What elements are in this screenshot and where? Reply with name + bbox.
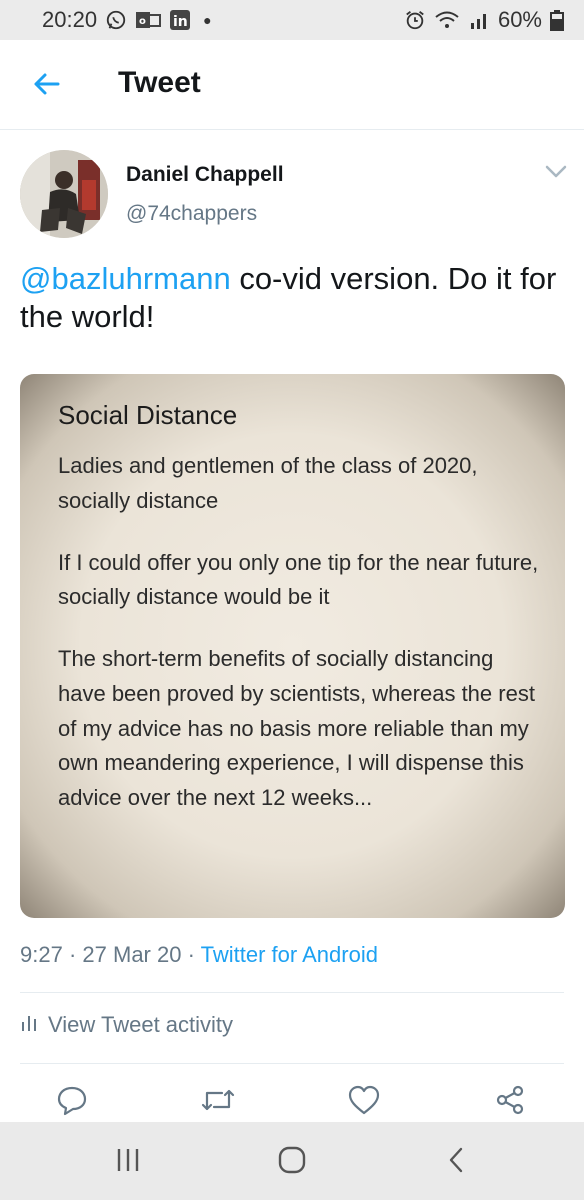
meta-separator: · (187, 942, 195, 967)
like-button[interactable] (344, 1082, 384, 1122)
activity-label: View Tweet activity (48, 1012, 234, 1037)
media-paragraph: Ladies and gentlemen of the class of 202… (58, 453, 478, 513)
home-icon (277, 1145, 307, 1180)
tweet-meta: 9:27 · 27 Mar 20 · Twitter for Android (20, 942, 378, 968)
outlook-icon: o (135, 9, 162, 31)
whatsapp-icon (105, 9, 127, 31)
nav-back-button[interactable] (434, 1142, 478, 1182)
retweet-icon (200, 1085, 236, 1120)
meta-separator: · (68, 942, 77, 967)
tweet-media-image[interactable]: Social Distance Ladies and gentlemen of … (20, 374, 565, 918)
tweet-actions (0, 1082, 584, 1122)
divider (20, 1063, 564, 1064)
share-icon (494, 1084, 526, 1121)
media-title: Social Distance (58, 400, 238, 430)
tweet-text: @bazluhrmann co-vid version. Do it for t… (20, 260, 568, 336)
svg-text:in: in (173, 14, 188, 30)
status-bar: 20:20 o in ● 60% (0, 0, 584, 40)
share-button[interactable] (490, 1082, 530, 1122)
view-tweet-activity-button[interactable]: View Tweet activity (20, 1012, 233, 1038)
reply-button[interactable] (52, 1082, 92, 1122)
recents-button[interactable] (106, 1142, 150, 1182)
back-icon (447, 1146, 465, 1179)
status-left: 20:20 o in ● (42, 7, 212, 33)
page-title: Tweet (118, 66, 201, 99)
home-button[interactable] (270, 1142, 314, 1182)
recents-icon (116, 1147, 140, 1178)
media-paragraph: If I could offer you only one tip for th… (58, 549, 539, 610)
retweet-button[interactable] (198, 1082, 238, 1122)
media-content: Social Distance Ladies and gentlemen of … (58, 400, 545, 843)
tweet-date: 27 Mar 20 (82, 942, 182, 967)
avatar[interactable] (20, 150, 108, 238)
like-icon (347, 1085, 381, 1120)
battery-icon (550, 9, 564, 31)
status-time: 20:20 (42, 7, 98, 32)
divider (20, 992, 564, 993)
signal-icon (468, 9, 490, 31)
arrow-left-icon (32, 72, 60, 101)
media-paragraph: The short-term benefits of socially dist… (58, 646, 535, 810)
back-button[interactable] (28, 68, 64, 104)
tweet-time: 9:27 (20, 942, 63, 967)
status-right: 60% (404, 7, 564, 33)
author-name[interactable]: Daniel Chappell (126, 163, 284, 187)
reply-icon (56, 1084, 88, 1121)
app-header: Tweet (0, 40, 584, 130)
system-nav-bar (0, 1122, 584, 1200)
linkedin-icon: in (169, 9, 191, 31)
tweet-source-link[interactable]: Twitter for Android (201, 942, 378, 967)
svg-text:o: o (139, 16, 146, 27)
mention-link[interactable]: @bazluhrmann (20, 261, 231, 296)
battery-percent: 60% (497, 7, 542, 32)
author-handle[interactable]: @74chappers (126, 202, 257, 226)
wifi-icon (434, 9, 460, 31)
tweet-options-button[interactable] (540, 160, 572, 188)
bar-chart-icon (20, 1012, 38, 1038)
alarm-icon (404, 9, 426, 31)
chevron-down-icon (545, 165, 567, 184)
dot-icon: ● (203, 12, 212, 28)
